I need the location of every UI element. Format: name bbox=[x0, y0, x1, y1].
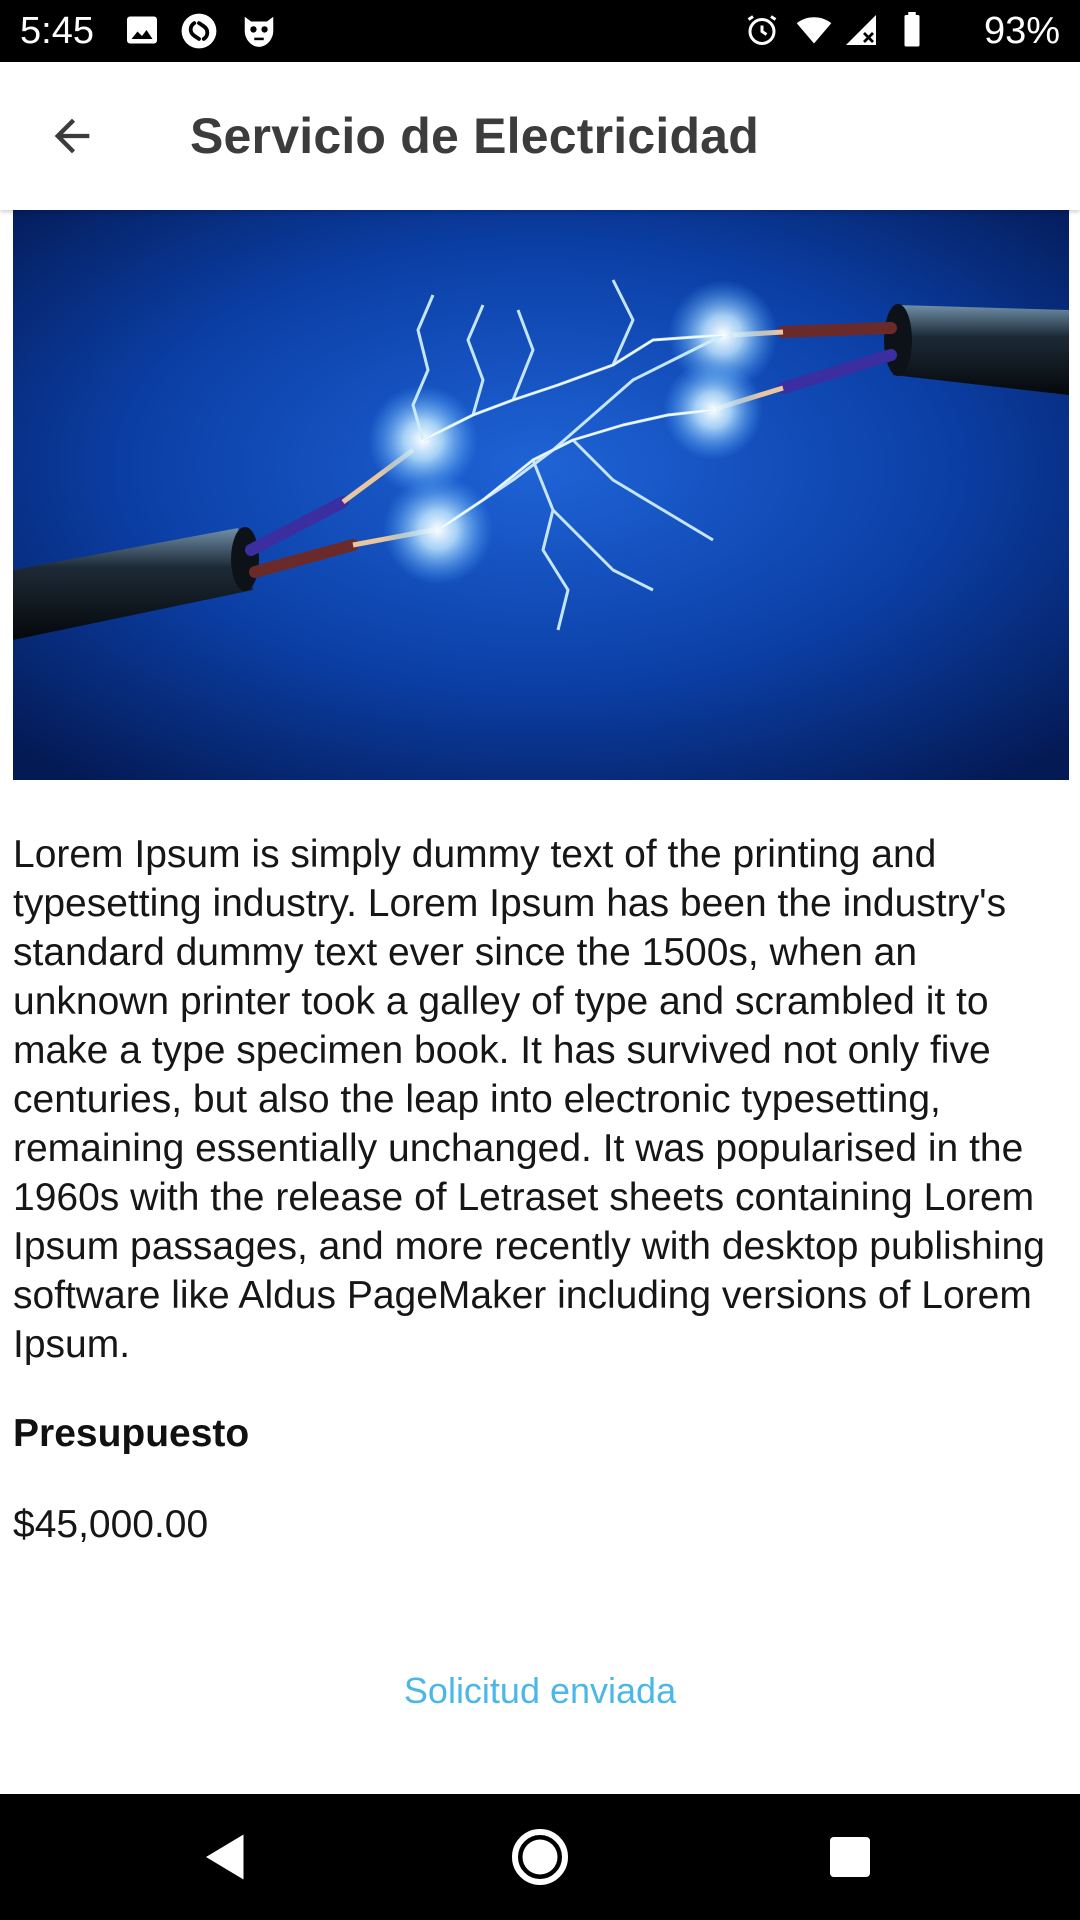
mask-icon bbox=[244, 16, 274, 47]
back-triangle-icon[interactable] bbox=[196, 1827, 256, 1887]
status-time: 5:45 bbox=[20, 10, 94, 52]
request-status-button[interactable]: Solicitud enviada bbox=[0, 1668, 1080, 1714]
image-icon bbox=[127, 16, 157, 44]
alarm-icon bbox=[747, 15, 777, 45]
service-detail: Lorem Ipsum is simply dummy text of the … bbox=[0, 210, 1080, 1794]
signal-icon bbox=[846, 15, 876, 45]
budget-value: $45,000.00 bbox=[13, 1503, 209, 1546]
service-description: Lorem Ipsum is simply dummy text of the … bbox=[13, 833, 1045, 1366]
service-image bbox=[13, 210, 1069, 780]
system-navigation-bar bbox=[0, 1794, 1080, 1920]
back-button[interactable] bbox=[32, 100, 112, 172]
battery-percent: 93% bbox=[983, 10, 1060, 52]
wifi-icon bbox=[796, 17, 832, 44]
battery-icon bbox=[904, 12, 920, 47]
arrow-back-icon bbox=[54, 118, 90, 154]
recents-square-icon[interactable] bbox=[820, 1827, 880, 1887]
page-title: Servicio de Electricidad bbox=[190, 108, 759, 164]
shazam-icon bbox=[181, 13, 217, 49]
status-bar: 5:45 93% bbox=[0, 0, 1080, 62]
budget-label: Presupuesto bbox=[13, 1412, 250, 1455]
app-bar: Servicio de Electricidad bbox=[0, 62, 1080, 210]
home-circle-icon[interactable] bbox=[510, 1827, 570, 1887]
